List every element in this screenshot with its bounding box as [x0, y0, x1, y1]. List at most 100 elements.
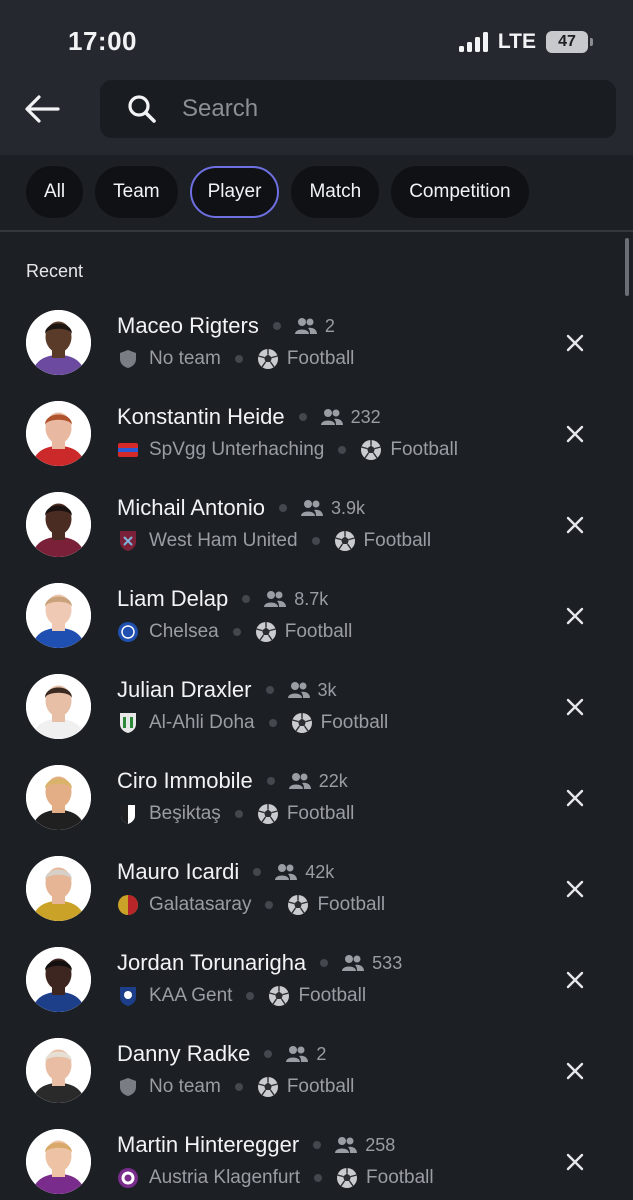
network-type: LTE [497, 30, 536, 53]
search-input[interactable] [182, 95, 562, 123]
close-icon [566, 880, 584, 898]
avatar [26, 947, 91, 1012]
football-icon [360, 439, 382, 461]
remove-button[interactable] [563, 604, 587, 628]
search-icon [126, 93, 158, 125]
recent-item-9[interactable]: Danny Radke 2 No team Football [0, 1025, 633, 1116]
filter-player[interactable]: Player [189, 166, 280, 218]
player-name: Julian Draxler [117, 677, 252, 702]
avatar [26, 1129, 91, 1194]
team-name: Al-Ahli Doha [149, 712, 255, 733]
scrollbar[interactable] [625, 238, 629, 296]
separator-dot [265, 686, 274, 694]
remove-button[interactable] [563, 877, 587, 901]
recent-item-2[interactable]: Konstantin Heide 232 SpVgg Unterhaching [0, 388, 633, 479]
signal-icon [458, 32, 488, 52]
recent-item-7[interactable]: Mauro Icardi 42k Galatasaray Football [0, 843, 633, 934]
remove-button[interactable] [563, 1059, 587, 1083]
close-icon [566, 607, 584, 625]
separator-dot [265, 901, 274, 909]
status-indicators: LTE 47 [458, 30, 593, 54]
remove-button[interactable] [563, 513, 587, 537]
separator-dot [253, 868, 262, 876]
recent-item-5[interactable]: Julian Draxler 3k Al-Ahli Doha Football [0, 661, 633, 752]
follower-count: 2 [324, 315, 335, 336]
separator-dot [278, 504, 287, 512]
follower-count: 258 [365, 1134, 396, 1155]
separator-dot [338, 446, 347, 454]
close-icon [566, 1153, 584, 1171]
status-time: 17:00 [68, 26, 137, 56]
team-name: Austria Klagenfurt [149, 1167, 301, 1188]
status-bar: 17:00 LTE 47 [0, 0, 633, 84]
recent-item-8[interactable]: Jordan Torunarigha 533 KAA Gent Football [0, 934, 633, 1025]
football-icon [257, 1076, 279, 1098]
klagenfurt-crest-icon [117, 1167, 139, 1189]
followers-icon [300, 499, 323, 517]
football-icon [257, 348, 279, 370]
separator-dot [313, 1141, 322, 1149]
separator-dot [320, 959, 329, 967]
football-icon [257, 803, 279, 825]
follower-count: 2 [316, 1043, 327, 1064]
remove-button[interactable] [563, 786, 587, 810]
back-button[interactable] [22, 90, 62, 128]
sport-name: Football [286, 348, 355, 369]
followers-icon [294, 317, 317, 335]
separator-dot [232, 628, 241, 636]
team-name: KAA Gent [149, 985, 233, 1006]
separator-dot [234, 1083, 243, 1091]
team-name: Chelsea [149, 621, 219, 642]
sport-name: Football [320, 712, 389, 733]
filter-competition[interactable]: Competition [391, 166, 529, 218]
followers-icon [342, 954, 365, 972]
close-icon [566, 516, 584, 534]
remove-button[interactable] [563, 968, 587, 992]
team-name: Beşiktaş [149, 803, 221, 824]
team-name: No team [149, 348, 221, 369]
player-name: Michail Antonio [117, 495, 265, 520]
filter-match[interactable]: Match [291, 166, 380, 218]
followers-icon [264, 590, 287, 608]
recent-item-1[interactable]: Maceo Rigters 2 No team Football [0, 297, 633, 388]
filter-all[interactable]: All [26, 166, 84, 218]
followers-icon [286, 1045, 309, 1063]
sport-name: Football [286, 1076, 355, 1097]
filter-team[interactable]: Team [95, 166, 178, 218]
remove-button[interactable] [563, 422, 587, 446]
sport-name: Football [298, 985, 367, 1006]
player-name: Maceo Rigters [117, 313, 259, 338]
recent-item-10[interactable]: Martin Hinteregger 258 Austria Klagenfur… [0, 1116, 633, 1200]
player-name: Liam Delap [117, 586, 229, 611]
gent-crest-icon [117, 985, 139, 1007]
recent-heading: Recent [26, 261, 84, 281]
team-name: Galatasaray [149, 894, 252, 915]
follower-count: 533 [372, 952, 403, 973]
battery-level: 47 [546, 31, 588, 53]
west-ham-crest-icon [117, 530, 139, 552]
football-icon [336, 1167, 358, 1189]
galatasaray-crest-icon [117, 894, 139, 916]
player-name: Konstantin Heide [117, 404, 285, 429]
team-name: West Ham United [149, 530, 298, 551]
separator-dot [246, 992, 255, 1000]
remove-button[interactable] [563, 695, 587, 719]
remove-button[interactable] [563, 331, 587, 355]
sport-name: Football [390, 439, 458, 460]
follower-count: 232 [350, 406, 381, 427]
remove-button[interactable] [563, 1150, 587, 1174]
search-bar[interactable] [100, 80, 616, 138]
avatar [26, 583, 91, 648]
follower-count: 42k [305, 861, 335, 882]
search-row [0, 80, 633, 138]
football-icon [255, 621, 277, 643]
close-icon [566, 971, 584, 989]
avatar [26, 856, 91, 921]
shield-icon [117, 348, 139, 370]
recent-item-6[interactable]: Ciro Immobile 22k Beşiktaş Football [0, 752, 633, 843]
shield-icon [117, 1076, 139, 1098]
team-name: No team [149, 1076, 221, 1097]
recent-item-4[interactable]: Liam Delap 8.7k Chelsea Football [0, 570, 633, 661]
recent-item-3[interactable]: Michail Antonio 3.9k West Ham United Foo… [0, 479, 633, 570]
follower-count: 3.9k [330, 497, 366, 518]
